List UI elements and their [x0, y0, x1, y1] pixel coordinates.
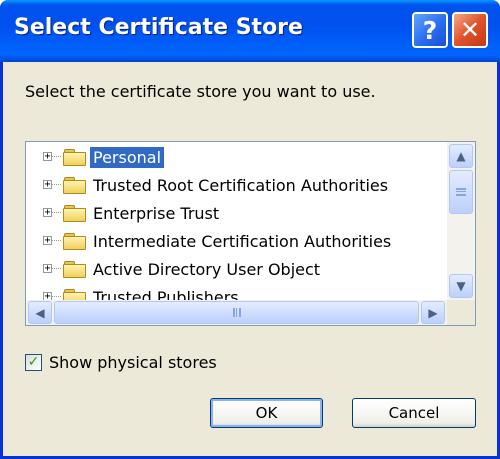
help-icon: ?	[422, 15, 438, 45]
grip-icon	[235, 308, 238, 317]
tree-item-label: Active Directory User Object	[93, 260, 321, 279]
vertical-scroll-thumb[interactable]	[449, 170, 473, 214]
folder-icon	[63, 289, 86, 300]
dialog-client-area: Select the certificate store you want to…	[3, 62, 497, 459]
expand-icon[interactable]: +	[43, 152, 52, 162]
tree-connector	[52, 212, 61, 213]
folder-icon	[63, 177, 86, 194]
chevron-right-icon: ▶	[428, 305, 438, 320]
scroll-down-button[interactable]: ▼	[449, 274, 473, 298]
close-button[interactable]: ✕	[452, 12, 488, 48]
show-physical-stores-label[interactable]: Show physical stores	[49, 353, 217, 372]
tree-item-intermediate[interactable]: + Intermediate Certification Authorities	[26, 227, 446, 255]
chevron-down-icon: ▼	[456, 279, 466, 293]
chevron-up-icon: ▲	[456, 149, 466, 163]
scroll-left-button[interactable]: ◀	[28, 301, 52, 324]
folder-icon	[63, 149, 86, 166]
expand-icon[interactable]: +	[43, 236, 52, 246]
scroll-right-button[interactable]: ▶	[421, 301, 445, 324]
tree-item-label: Intermediate Certification Authorities	[93, 232, 392, 251]
tree-item-enterprise-trust[interactable]: + Enterprise Trust	[26, 199, 446, 227]
tree-item-trusted-root[interactable]: + Trusted Root Certification Authorities	[26, 171, 446, 199]
show-physical-stores-checkbox[interactable]: ✓	[25, 354, 42, 371]
tree-connector	[52, 240, 61, 241]
tree-rows: + Personal + Trusted Root Certification …	[26, 142, 446, 300]
expand-icon[interactable]: +	[43, 208, 52, 218]
expand-icon[interactable]: +	[43, 264, 52, 274]
tree-item-label: Personal	[90, 147, 165, 168]
folder-icon	[63, 205, 86, 222]
close-icon: ✕	[459, 16, 481, 44]
tree-connector	[52, 156, 61, 157]
folder-icon	[63, 261, 86, 278]
tree-connector	[52, 296, 61, 297]
instruction-text: Select the certificate store you want to…	[25, 82, 376, 101]
folder-icon	[63, 233, 86, 250]
window-title: Select Certificate Store	[14, 15, 303, 40]
tree-connector	[52, 268, 61, 269]
dialog-window: Select Certificate Store ? ✕ Select the …	[0, 0, 500, 459]
ok-button[interactable]: OK	[210, 398, 323, 428]
tree-item-active-directory[interactable]: + Active Directory User Object	[26, 255, 446, 283]
grip-icon	[456, 191, 466, 193]
horizontal-scrollbar[interactable]: ◀ ▶	[26, 300, 447, 325]
tree-item-label: Trusted Publishers	[93, 288, 239, 300]
tree-item-label: Enterprise Trust	[93, 204, 220, 223]
chevron-left-icon: ◀	[35, 305, 45, 320]
help-button[interactable]: ?	[412, 12, 448, 48]
certificate-store-tree[interactable]: + Personal + Trusted Root Certification …	[25, 141, 476, 326]
expand-icon[interactable]: +	[43, 292, 52, 300]
vertical-scrollbar[interactable]: ▲ ▼	[447, 142, 475, 300]
cancel-button[interactable]: Cancel	[352, 398, 476, 428]
title-bar[interactable]: Select Certificate Store ? ✕	[0, 0, 500, 62]
expand-icon[interactable]: +	[43, 180, 52, 190]
scrollbar-corner	[447, 300, 475, 325]
scroll-up-button[interactable]: ▲	[449, 144, 473, 168]
tree-item-trusted-publishers[interactable]: + Trusted Publishers	[26, 283, 446, 300]
tree-connector	[52, 184, 61, 185]
tree-item-label: Trusted Root Certification Authorities	[93, 176, 389, 195]
horizontal-scroll-thumb[interactable]	[54, 301, 419, 324]
tree-item-personal[interactable]: + Personal	[26, 143, 446, 171]
